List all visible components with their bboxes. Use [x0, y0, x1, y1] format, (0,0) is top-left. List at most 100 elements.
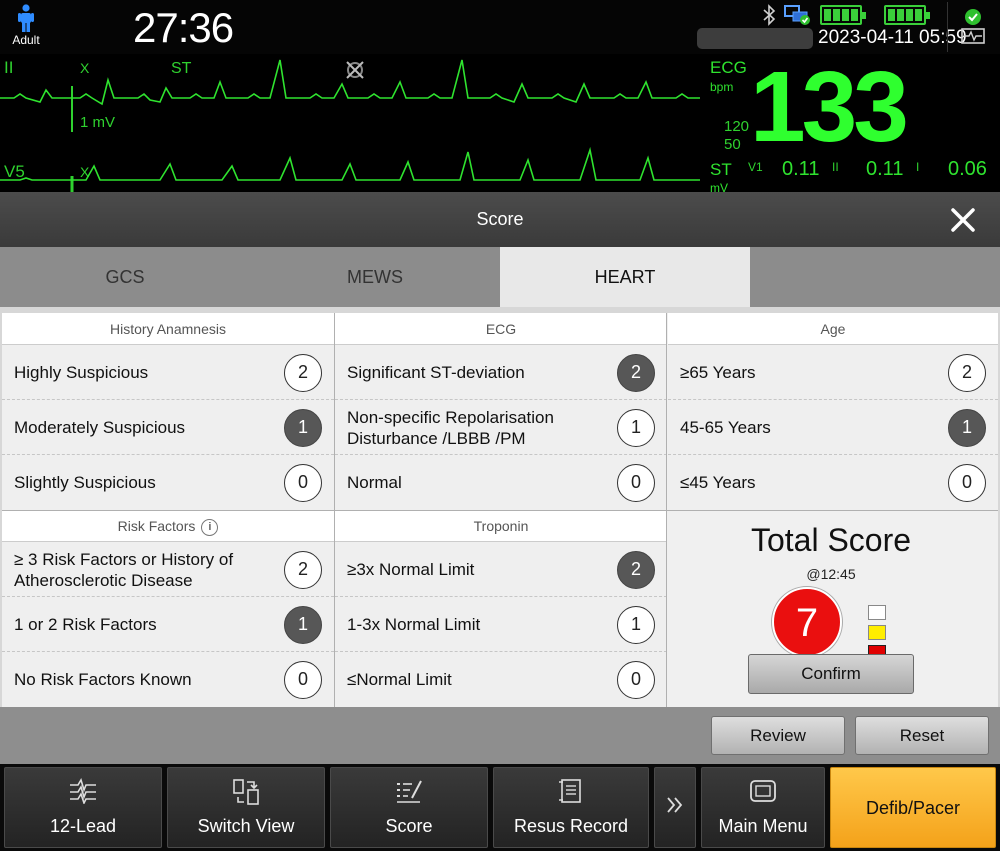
divider — [2, 510, 998, 511]
score-badge[interactable]: 2 — [284, 551, 322, 589]
risk-level-low — [868, 605, 886, 620]
section-risk-factors: Risk Factors i ≥ 3 Risk Factors or Histor… — [2, 510, 334, 707]
button-label: Main Menu — [718, 816, 808, 836]
system-status[interactable] — [947, 2, 997, 52]
network-connected-icon — [784, 5, 810, 25]
more-keys-button[interactable] — [654, 767, 696, 848]
main-menu-button[interactable]: Main Menu — [701, 767, 825, 848]
switch-view-button[interactable]: Switch View — [167, 767, 325, 848]
option-label: ≥ 3 Risk Factors or History of Atheroscl… — [14, 549, 234, 590]
option-label: ≥65 Years — [680, 363, 756, 382]
option-row[interactable]: 1 or 2 Risk Factors 1 — [2, 597, 334, 652]
st-lead-v1: V1 — [748, 160, 763, 174]
section-title: Age — [668, 313, 998, 345]
option-label: ≥3x Normal Limit — [347, 560, 475, 579]
reset-button[interactable]: Reset — [855, 716, 989, 755]
option-row[interactable]: Moderately Suspicious 1 — [2, 400, 334, 455]
patient-type[interactable]: Adult — [10, 4, 42, 52]
st-lead-i: I — [916, 160, 920, 174]
button-label: Resus Record — [513, 816, 629, 836]
elapsed-timer: 27:36 — [133, 4, 234, 51]
switch-view-icon — [233, 779, 259, 805]
score-badge[interactable]: 0 — [284, 464, 322, 502]
option-row[interactable]: ≤Normal Limit 0 — [335, 652, 667, 707]
score-badge[interactable]: 0 — [948, 464, 986, 502]
dialog-title: Score — [476, 209, 524, 229]
tab-mews[interactable]: MEWS — [250, 247, 500, 307]
hr-low-limit: 50 — [724, 136, 741, 153]
total-score-panel: Total Score @12:45 7 Confirm — [666, 510, 996, 707]
defib-pacer-button[interactable]: Defib/Pacer — [830, 767, 996, 848]
button-label: Defib/Pacer — [865, 798, 961, 818]
score-badge[interactable]: 0 — [617, 464, 655, 502]
option-row[interactable]: 45-65 Years 1 — [668, 400, 998, 455]
score-badge-selected[interactable]: 2 — [617, 354, 655, 392]
twelve-lead-button[interactable]: 12-Lead — [4, 767, 162, 848]
option-row[interactable]: Slightly Suspicious 0 — [2, 455, 334, 510]
score-badge-selected[interactable]: 1 — [284, 409, 322, 447]
option-label: Highly Suspicious — [14, 363, 149, 382]
option-row[interactable]: ≤45 Years 0 — [668, 455, 998, 510]
patient-type-label: Adult — [12, 33, 40, 47]
option-label: Non-specific Repolarisation Disturbance … — [347, 407, 554, 448]
hr-parameter-panel[interactable]: ECG bpm 133 120 50 ST mV V1 0.11 II 0.11… — [700, 51, 1000, 195]
option-row[interactable]: ≥ 3 Risk Factors or History of Atheroscl… — [2, 542, 334, 597]
section-title: Troponin — [335, 510, 667, 542]
score-badge-selected[interactable]: 1 — [948, 409, 986, 447]
resus-record-button[interactable]: Resus Record — [493, 767, 649, 848]
battery-2-icon — [884, 5, 930, 25]
option-row[interactable]: Non-specific Repolarisation Disturbance … — [335, 400, 667, 455]
score-badge[interactable]: 2 — [948, 354, 986, 392]
option-row[interactable]: Highly Suspicious 2 — [2, 345, 334, 400]
section-title: ECG — [335, 313, 667, 345]
total-score-value: 7 — [772, 587, 842, 657]
option-label: 45-65 Years — [680, 418, 771, 437]
risk-level-moderate — [868, 625, 886, 640]
status-icons — [762, 2, 930, 28]
option-label: ≤Normal Limit — [347, 670, 452, 689]
status-message-bar — [697, 28, 813, 49]
tab-heart[interactable]: HEART — [500, 247, 750, 307]
waveform-area: II X ST 1 mV V5 X — [0, 54, 700, 192]
ecg-label: ECG — [710, 58, 747, 77]
heart-score-grid: History Anamnesis Highly Suspicious 2 Mo… — [2, 313, 998, 707]
bpm-unit: bpm — [710, 80, 734, 94]
twelve-lead-icon — [70, 778, 96, 804]
option-label: 1-3x Normal Limit — [347, 615, 481, 634]
option-row[interactable]: ≥65 Years 2 — [668, 345, 998, 400]
date-time: 2023-04-11 05:59 — [818, 27, 967, 48]
st-value-i: 0.06 — [948, 158, 987, 180]
option-row[interactable]: ≥3x Normal Limit 2 — [335, 542, 667, 597]
option-label: Moderately Suspicious — [14, 418, 186, 437]
score-button[interactable]: Score — [330, 767, 488, 848]
option-row[interactable]: Significant ST-deviation 2 — [335, 345, 667, 400]
option-row[interactable]: 1-3x Normal Limit 1 — [335, 597, 667, 652]
hr-high-limit: 120 — [724, 118, 750, 135]
score-badge[interactable]: 1 — [617, 606, 655, 644]
score-badge[interactable]: 0 — [617, 661, 655, 699]
score-badge[interactable]: 0 — [284, 661, 322, 699]
st-value-ii: 0.11 — [866, 158, 904, 180]
section-ecg: ECG Significant ST-deviation 2 Non-speci… — [335, 313, 667, 510]
section-troponin: Troponin ≥3x Normal Limit 2 1-3x Normal … — [335, 510, 667, 707]
score-badge-selected[interactable]: 1 — [284, 606, 322, 644]
resus-record-icon — [559, 779, 581, 803]
close-icon[interactable] — [948, 205, 978, 235]
system-check-icon — [961, 9, 985, 44]
tab-gcs[interactable]: GCS — [0, 247, 250, 307]
confirm-button[interactable]: Confirm — [748, 654, 914, 694]
option-row[interactable]: No Risk Factors Known 0 — [2, 652, 334, 707]
score-tabs: GCS MEWS HEART — [0, 247, 1000, 307]
option-row[interactable]: Normal 0 — [335, 455, 667, 510]
score-badge[interactable]: 1 — [617, 409, 655, 447]
st-lead-ii: II — [832, 160, 839, 174]
score-badge-selected[interactable]: 2 — [617, 551, 655, 589]
score-badge[interactable]: 2 — [284, 354, 322, 392]
status-bar: Adult 27:36 2023-04-11 05:59 — [0, 0, 1000, 54]
option-label: ≤45 Years — [680, 473, 756, 492]
review-button[interactable]: Review — [711, 716, 845, 755]
option-label: Significant ST-deviation — [347, 363, 525, 382]
info-icon[interactable]: i — [201, 519, 219, 536]
section-header: Risk Factors i — [2, 510, 334, 542]
dialog-header: Score — [0, 192, 1000, 247]
